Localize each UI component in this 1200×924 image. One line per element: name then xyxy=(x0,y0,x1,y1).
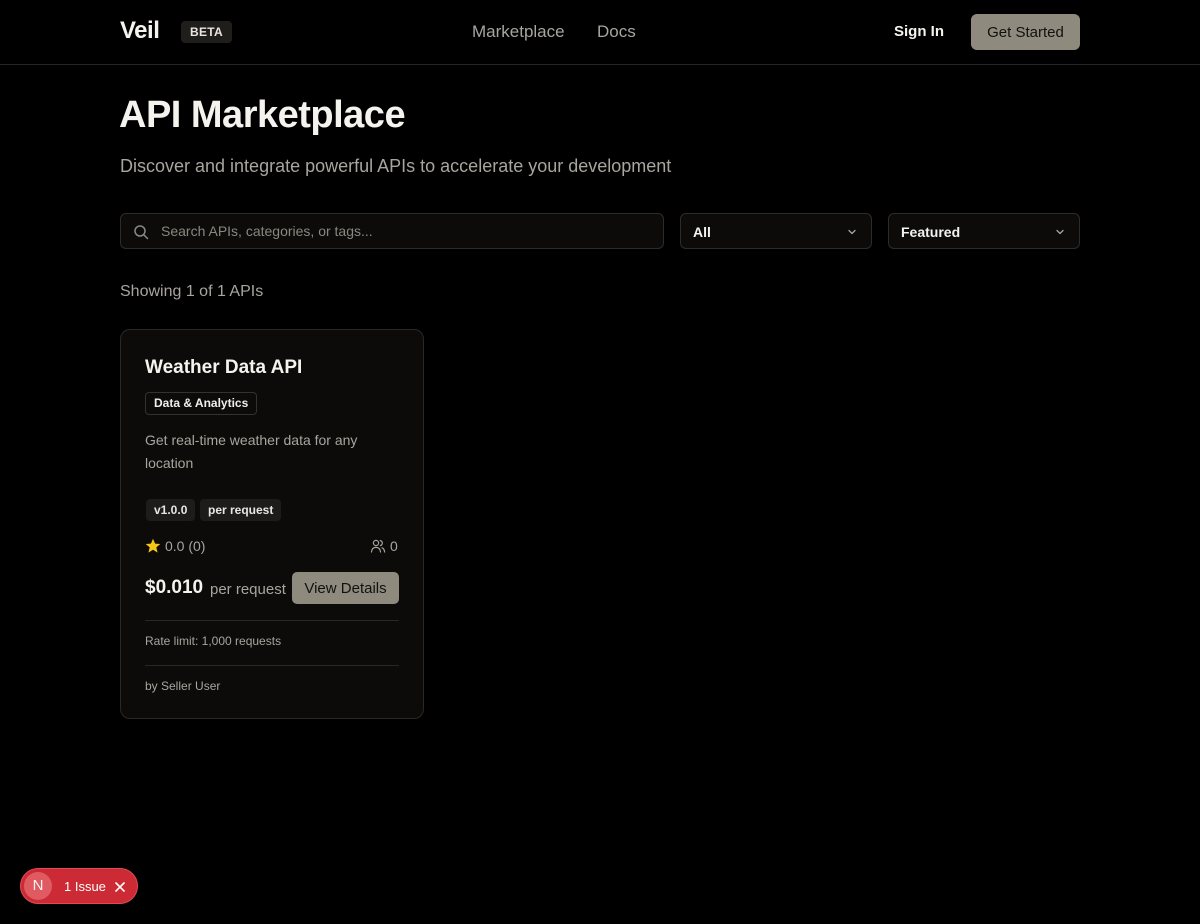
seller-text: by Seller User xyxy=(145,679,221,693)
nextjs-logo-icon[interactable]: N xyxy=(24,872,52,900)
nav-marketplace-link[interactable]: Marketplace xyxy=(472,22,565,42)
price-value: $0.010 xyxy=(145,577,204,598)
api-card[interactable]: Weather Data API Data & Analytics Get re… xyxy=(120,329,424,719)
api-card-title[interactable]: Weather Data API xyxy=(145,357,302,379)
logo[interactable]: Veil xyxy=(120,17,160,45)
api-card-description: Get real-time weather data for any locat… xyxy=(145,432,358,471)
beta-badge: BETA xyxy=(181,21,232,43)
users-count: 0 xyxy=(390,538,398,554)
search-field[interactable] xyxy=(120,213,664,249)
top-nav-bar: Veil BETA Marketplace Docs Sign In Get S… xyxy=(0,0,1200,65)
search-input[interactable] xyxy=(161,214,651,248)
rating-text: 0.0 (0) xyxy=(165,538,206,554)
sign-in-button[interactable]: Sign In xyxy=(894,23,944,40)
chevron-down-icon xyxy=(1056,229,1064,235)
category-select-value: All xyxy=(693,224,711,240)
page-title: API Marketplace xyxy=(119,94,406,136)
page-subtitle: Discover and integrate powerful APIs to … xyxy=(120,156,672,176)
sort-select[interactable]: Featured xyxy=(888,213,1080,249)
close-icon[interactable] xyxy=(113,880,127,894)
category-select[interactable]: All xyxy=(680,213,872,249)
category-badge: Data & Analytics xyxy=(145,392,258,415)
sort-select-value: Featured xyxy=(901,224,961,240)
users-icon xyxy=(370,539,386,553)
result-count: Showing 1 of 1 APIs xyxy=(120,283,264,300)
issues-indicator[interactable]: N 1 Issue xyxy=(20,868,138,904)
pricing-model-tag: per request xyxy=(200,499,282,521)
divider xyxy=(145,620,399,621)
rate-limit-text: Rate limit: 1,000 requests xyxy=(145,634,282,648)
divider xyxy=(145,665,399,666)
search-icon xyxy=(134,225,149,240)
price-unit: per request xyxy=(210,581,286,598)
version-tag: v1.0.0 xyxy=(146,499,196,521)
view-details-button[interactable]: View Details xyxy=(292,572,399,604)
get-started-button[interactable]: Get Started xyxy=(971,14,1080,50)
issues-label[interactable]: 1 Issue xyxy=(64,879,106,894)
star-icon xyxy=(145,538,161,553)
chevron-down-icon xyxy=(848,229,856,235)
nav-docs-link[interactable]: Docs xyxy=(597,22,636,42)
